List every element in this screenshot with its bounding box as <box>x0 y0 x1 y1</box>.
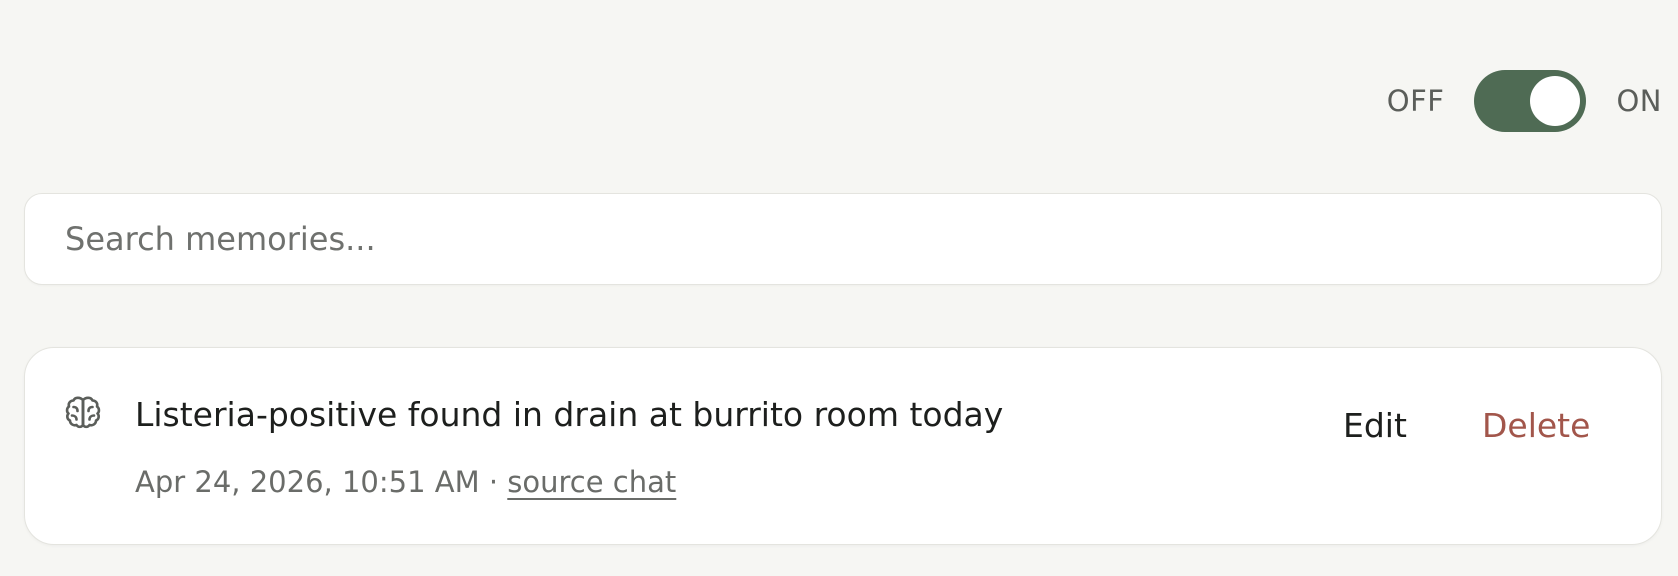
memory-timestamp: Apr 24, 2026, 10:51 AM <box>135 465 480 499</box>
meta-separator: · <box>479 465 508 499</box>
edit-button[interactable]: Edit <box>1343 406 1407 445</box>
memory-toggle-switch[interactable] <box>1474 70 1587 132</box>
toggle-off-label: OFF <box>1386 84 1445 118</box>
memory-text: Listeria-positive found in drain at burr… <box>135 395 1004 434</box>
toggle-on-label: ON <box>1616 84 1662 118</box>
source-chat-link[interactable]: source chat <box>507 465 676 499</box>
toggle-knob <box>1530 76 1581 126</box>
memory-card: Listeria-positive found in drain at burr… <box>24 347 1662 545</box>
search-box <box>24 193 1662 285</box>
brain-icon <box>64 394 102 432</box>
memory-toggle-row: OFF ON <box>1387 70 1662 132</box>
memory-meta: Apr 24, 2026, 10:51 AM · source chat <box>135 465 676 499</box>
search-input[interactable] <box>25 194 1661 284</box>
delete-button[interactable]: Delete <box>1482 406 1590 445</box>
